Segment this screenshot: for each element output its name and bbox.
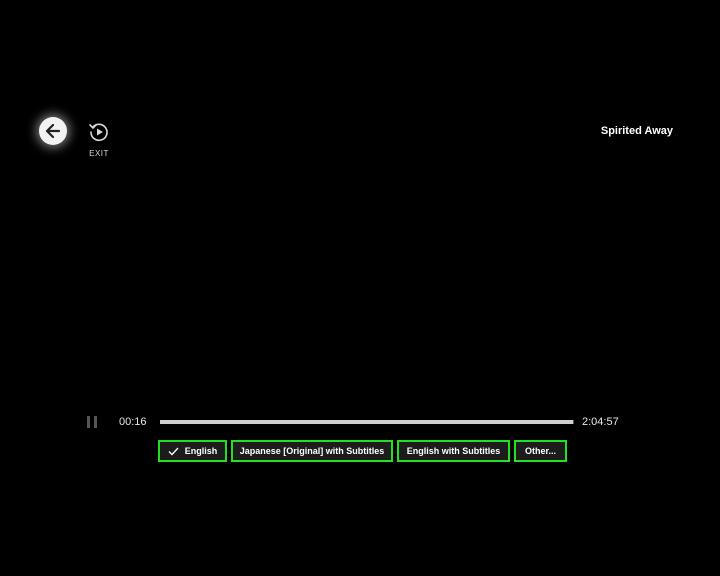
exit-button[interactable]: EXIT <box>84 121 114 158</box>
pause-button[interactable] <box>87 416 97 428</box>
exit-label: EXIT <box>89 149 109 158</box>
pause-bar-left <box>87 416 90 428</box>
audio-option-japanese-subtitles[interactable]: Japanese [Original] with Subtitles <box>231 440 393 462</box>
audio-option-other[interactable]: Other... <box>514 440 567 462</box>
video-title: Spirited Away <box>600 125 673 137</box>
audio-option-label: English <box>184 446 218 456</box>
audio-option-english-subtitles[interactable]: English with Subtitles <box>397 440 510 462</box>
pause-bar-right <box>94 416 97 428</box>
progress-bar[interactable] <box>160 420 574 424</box>
checkmark-icon <box>168 447 179 455</box>
time-total: 2:04:57 <box>582 416 619 428</box>
progress-fill <box>160 420 574 424</box>
arrow-left-icon <box>45 123 61 139</box>
audio-option-english[interactable]: English <box>158 440 227 462</box>
time-elapsed: 00:16 <box>119 416 147 428</box>
back-button[interactable] <box>39 117 67 145</box>
audio-option-label: Other... <box>524 446 556 456</box>
audio-option-label: English with Subtitles <box>406 446 501 456</box>
audio-options: English Japanese [Original] with Subtitl… <box>158 440 567 462</box>
audio-option-label: Japanese [Original] with Subtitles <box>239 446 385 456</box>
replay-exit-icon <box>89 123 108 142</box>
